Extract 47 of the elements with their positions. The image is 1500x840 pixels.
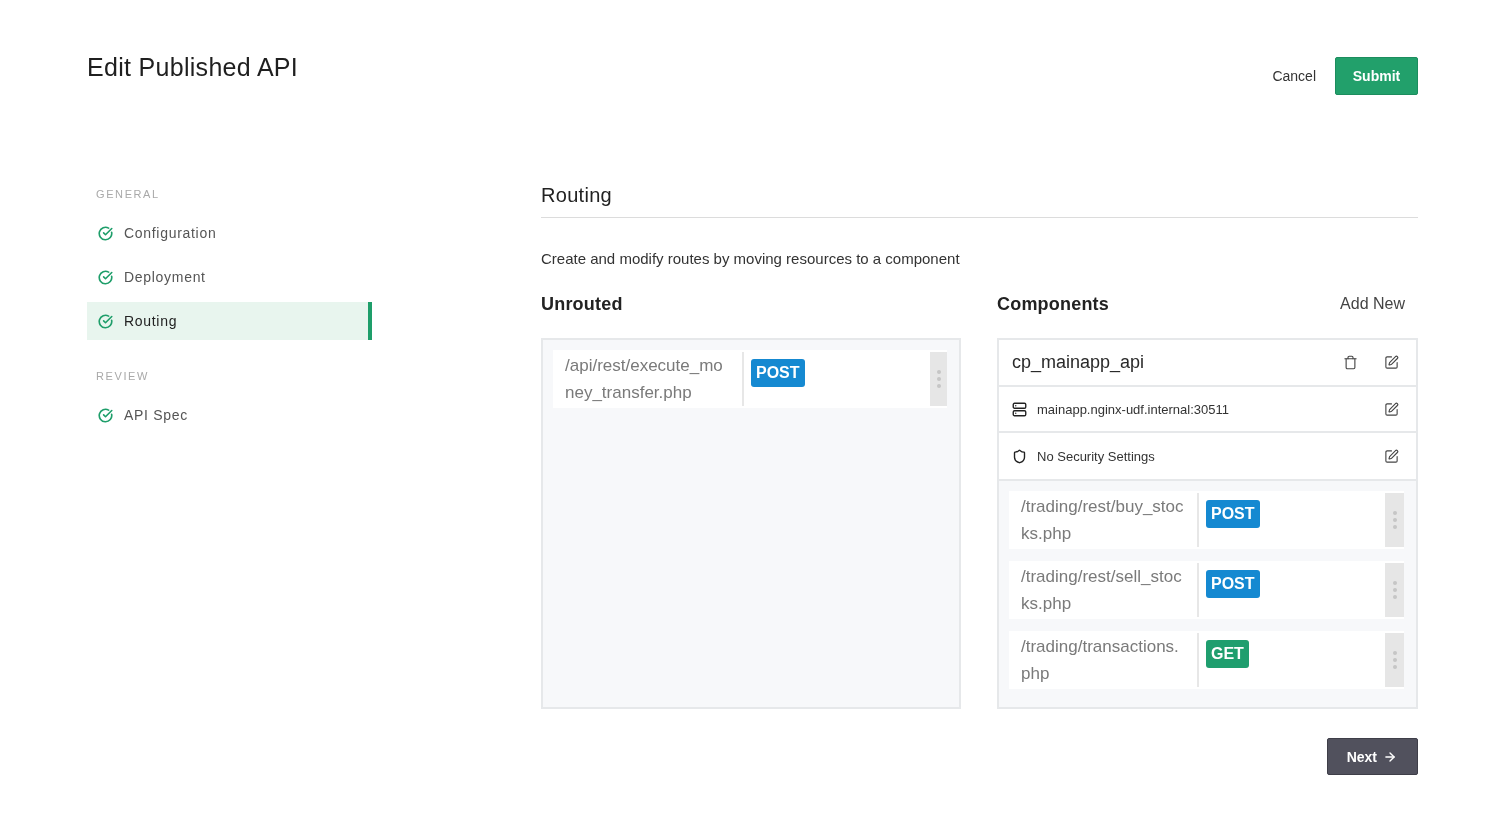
section-title: Routing [541, 180, 1418, 218]
sidebar-item[interactable]: Routing [87, 302, 372, 340]
upstream-text: mainapp.nginx-udf.internal:30511 [1037, 401, 1230, 417]
shield-icon [1012, 448, 1027, 464]
sidebar-item[interactable]: API Spec [87, 396, 372, 434]
method-badge: POST [751, 359, 805, 387]
column-heading: Unrouted [541, 293, 623, 316]
method-badge: GET [1206, 640, 1249, 668]
vertical-dots-icon [936, 370, 941, 388]
sidebar-item-label: Routing [124, 313, 178, 329]
page-title: Edit Published API [87, 52, 299, 82]
edit-icon[interactable] [1384, 355, 1399, 370]
route-path: /trading/transactions.php [1020, 636, 1180, 685]
route-card[interactable]: /trading/transactions.php GET [1009, 631, 1404, 689]
security-text: No Security Settings [1037, 448, 1156, 464]
next-button[interactable]: Next [1326, 738, 1418, 775]
route-card[interactable]: /api/rest/execute_money_transfer.php POST [553, 350, 947, 408]
route-path: /api/rest/execute_money_transfer.php [564, 355, 724, 404]
sidebar-item-label: API Spec [124, 407, 188, 423]
method-badge: POST [1206, 570, 1260, 598]
route-card[interactable]: /trading/rest/buy_stocks.php POST [1009, 491, 1404, 549]
drag-handle[interactable] [1385, 633, 1404, 687]
sidebar-item[interactable]: Configuration [87, 214, 372, 252]
description-text: Create and modify routes by moving resources to a component [541, 249, 961, 269]
method-badge: POST [1206, 500, 1260, 528]
sidebar-item-label: Configuration [124, 225, 217, 241]
sidebar-item-label: Deployment [124, 269, 206, 285]
vertical-dots-icon [1392, 581, 1397, 599]
component-name: cp_mainapp_api [1012, 352, 1146, 373]
cancel-button[interactable]: Cancel [1272, 57, 1316, 95]
route-card[interactable]: /trading/rest/sell_stocks.php POST [1009, 561, 1404, 619]
drag-handle[interactable] [930, 352, 947, 406]
sidebar-item[interactable]: Deployment [87, 258, 372, 296]
vertical-dots-icon [1392, 511, 1397, 529]
server-icon [1012, 401, 1027, 417]
drag-handle[interactable] [1385, 493, 1404, 547]
edit-icon[interactable] [1384, 401, 1399, 417]
trash-icon[interactable] [1343, 355, 1358, 370]
add-new-link[interactable]: Add New [1340, 295, 1405, 313]
drag-handle[interactable] [1385, 563, 1404, 617]
edit-icon[interactable] [1384, 448, 1399, 464]
sidebar-section-heading: GENERAL [95, 187, 161, 202]
sidebar-section-heading: REVIEW [95, 369, 150, 384]
route-path: /trading/rest/buy_stocks.php [1020, 496, 1185, 545]
column-heading: Components [997, 293, 1109, 316]
route-path: /trading/rest/sell_stocks.php [1020, 566, 1183, 615]
vertical-dots-icon [1392, 651, 1397, 669]
